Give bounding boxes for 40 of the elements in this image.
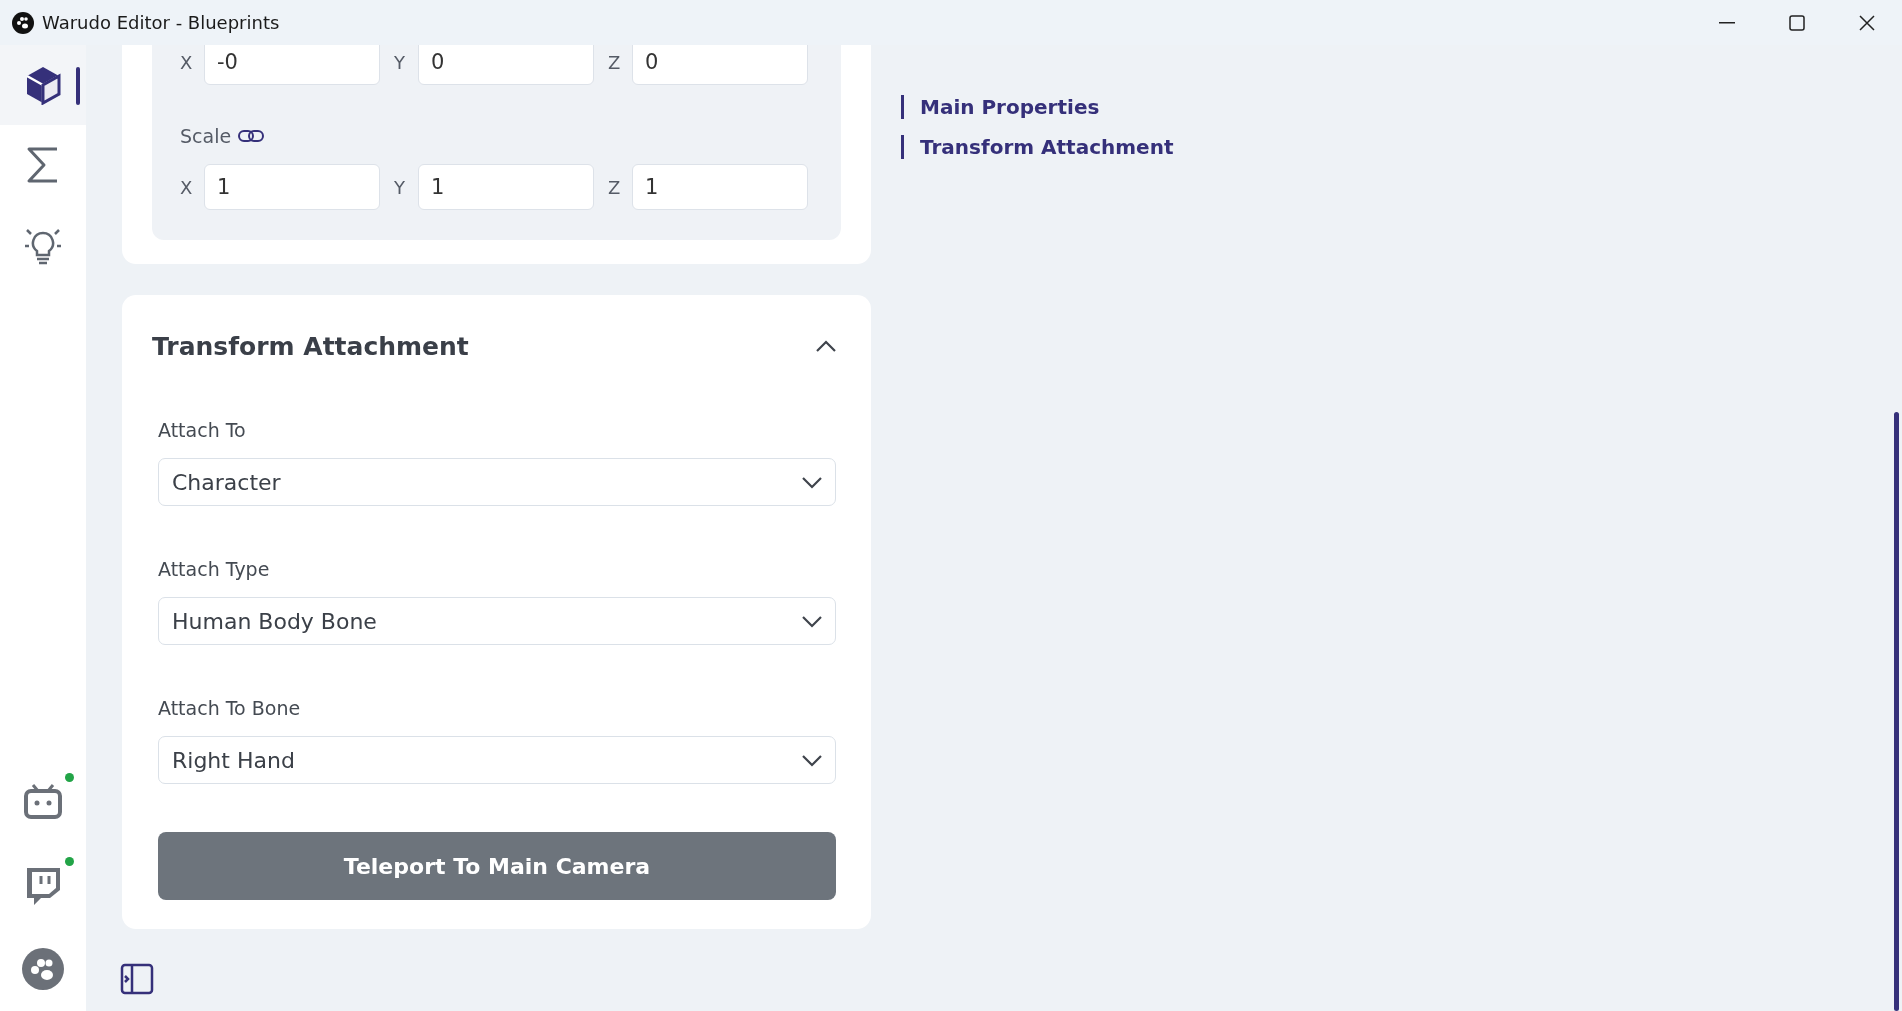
number-field[interactable]: 1: [418, 164, 594, 210]
window-title: Warudo Editor - Blueprints: [42, 12, 281, 33]
close-icon: [1859, 14, 1875, 31]
axis-label: X: [180, 176, 194, 198]
minimize-icon: [1719, 21, 1735, 24]
teleport-button[interactable]: Teleport To Main Camera: [158, 832, 836, 900]
dropdown[interactable]: Human Body Bone: [158, 597, 836, 645]
axis-label: Y: [394, 176, 406, 198]
chevron-down-icon: [801, 753, 823, 767]
axis-label: X: [180, 51, 194, 73]
scrollbar-thumb[interactable]: [1893, 412, 1899, 1011]
number-field[interactable]: 0: [632, 45, 808, 85]
outline-link[interactable]: Transform Attachment: [901, 135, 1174, 159]
dropdown[interactable]: Character: [158, 458, 836, 506]
chevron-down-icon: [801, 475, 823, 489]
field-label: Attach Type: [158, 558, 271, 580]
field-label: Attach To Bone: [158, 697, 302, 719]
axis-label: Z: [608, 51, 622, 73]
panel-toggle-button[interactable]: [120, 963, 154, 995]
field-label: Attach To: [158, 419, 247, 441]
number-field[interactable]: -0: [204, 45, 380, 85]
dropdown[interactable]: Right Hand: [158, 736, 836, 784]
link-icon[interactable]: [237, 128, 266, 144]
axis-label: Z: [608, 176, 622, 198]
number-field[interactable]: 1: [632, 164, 808, 210]
number-field[interactable]: 0: [418, 45, 594, 85]
chevron-down-icon: [801, 614, 823, 628]
outline-link[interactable]: Main Properties: [901, 95, 1174, 119]
sidebar-item[interactable]: [0, 45, 86, 125]
section-title: Transform Attachment: [152, 331, 469, 361]
maximize-icon: [1789, 14, 1805, 31]
tv-icon: [23, 783, 63, 819]
paw-logo-icon: [22, 948, 64, 990]
cube-icon: [24, 65, 62, 105]
chevron-up-icon: [815, 339, 837, 353]
paw-logo-icon: [12, 11, 34, 34]
number-field[interactable]: 1: [204, 164, 380, 210]
field-label: Scale: [180, 125, 232, 147]
axis-label: Y: [394, 51, 406, 73]
side-panel-icon: [120, 963, 154, 995]
